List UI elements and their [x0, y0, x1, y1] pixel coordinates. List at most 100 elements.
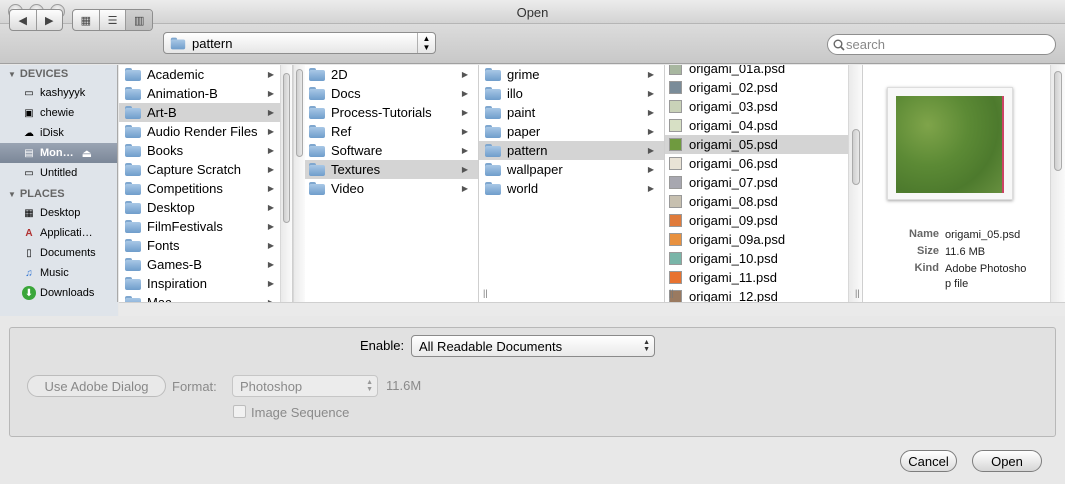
image-sequence-checkbox[interactable]: [233, 405, 246, 418]
folder-row[interactable]: Mac▶: [119, 293, 292, 302]
file-row[interactable]: origami_06.psd: [665, 154, 862, 173]
disclosure-arrow-icon: ▶: [461, 165, 468, 174]
sidebar-item[interactable]: A Applicati…: [0, 223, 117, 243]
file-row[interactable]: origami_08.psd: [665, 192, 862, 211]
sidebar-item[interactable]: ♫ Music: [0, 263, 117, 283]
folder-row[interactable]: paint ▶: [479, 103, 664, 122]
column-resize-handle[interactable]: ||: [855, 288, 860, 298]
sidebar-item[interactable]: ▯ Documents: [0, 243, 117, 263]
folder-row[interactable]: Inspiration ▶: [119, 274, 292, 293]
folder-icon: [485, 87, 501, 100]
column-1-scroll-thumb[interactable]: [283, 73, 290, 223]
file-name: origami_02.psd: [689, 80, 778, 95]
file-row[interactable]: origami_01a.psd: [665, 65, 862, 78]
sidebar-item[interactable]: ☁ iDisk: [0, 123, 117, 143]
file-row[interactable]: origami_10.psd: [665, 249, 862, 268]
preview-scroll-thumb[interactable]: [1054, 71, 1062, 171]
disclosure-arrow-icon: ▶: [267, 184, 274, 193]
folder-icon: [125, 201, 141, 214]
folder-row[interactable]: wallpaper ▶: [479, 160, 664, 179]
use-adobe-dialog-button[interactable]: Use Adobe Dialog: [27, 375, 166, 397]
folder-row[interactable]: paper ▶: [479, 122, 664, 141]
column-4-scrollbar[interactable]: [848, 65, 862, 302]
file-row[interactable]: origami_03.psd: [665, 97, 862, 116]
sidebar-item[interactable]: ▣ chewie: [0, 103, 117, 123]
popup-arrows-icon: ▲ ▼: [417, 33, 435, 53]
folder-row[interactable]: Software ▶: [293, 141, 478, 160]
folder-row[interactable]: FilmFestivals ▶: [119, 217, 292, 236]
folder-row[interactable]: 2D ▶: [293, 65, 478, 84]
folder-row[interactable]: Art-B ▶: [119, 103, 292, 122]
folder-row[interactable]: Fonts ▶: [119, 236, 292, 255]
folder-name: Capture Scratch: [147, 162, 241, 177]
file-row[interactable]: origami_02.psd: [665, 78, 862, 97]
open-button[interactable]: Open: [972, 450, 1042, 472]
folder-row[interactable]: Games-B ▶: [119, 255, 292, 274]
column-2-scroll-thumb[interactable]: [296, 69, 303, 157]
folder-row[interactable]: pattern ▶: [479, 141, 664, 160]
enable-popup[interactable]: All Readable Documents ▲ ▼: [411, 335, 655, 357]
column-2-scrollbar[interactable]: [293, 65, 305, 302]
folder-name: paint: [507, 105, 536, 120]
file-row[interactable]: origami_04.psd: [665, 116, 862, 135]
folder-icon: [485, 144, 501, 157]
icon-view-button[interactable]: ▦: [73, 10, 100, 30]
folder-icon: [170, 37, 186, 49]
popup-arrows-icon: ▲ ▼: [366, 379, 373, 393]
column-4-scroll-thumb[interactable]: [852, 129, 860, 185]
search-field[interactable]: search: [827, 34, 1056, 55]
column-1-scrollbar[interactable]: [280, 65, 292, 302]
folder-row[interactable]: world ▶: [479, 179, 664, 198]
sidebar-item[interactable]: ▦ Desktop: [0, 203, 117, 223]
disclosure-arrow-icon: ▶: [267, 241, 274, 250]
file-row[interactable]: origami_05.psd: [665, 135, 862, 154]
back-button[interactable]: ◀: [10, 10, 37, 30]
column-resize-handle[interactable]: ||: [483, 288, 488, 298]
list-view-button[interactable]: ☰: [100, 10, 127, 30]
folder-row[interactable]: Video ▶: [293, 179, 478, 198]
column-resize-handle[interactable]: ||: [669, 288, 674, 298]
eject-icon[interactable]: ⏏: [82, 147, 92, 160]
folder-row[interactable]: Docs ▶: [293, 84, 478, 103]
devices-header[interactable]: ▼ DEVICES: [0, 65, 117, 83]
file-row[interactable]: origami_12.psd: [665, 287, 862, 302]
horizontal-scrollbar[interactable]: [119, 302, 1065, 316]
disclosure-arrow-icon: ▶: [647, 165, 654, 174]
file-row[interactable]: origami_11.psd: [665, 268, 862, 287]
disclosure-arrow-icon: ▶: [461, 108, 468, 117]
folder-row[interactable]: Competitions ▶: [119, 179, 292, 198]
folder-row[interactable]: Desktop ▶: [119, 198, 292, 217]
sidebar-item[interactable]: ▤ Mon… ⏏: [0, 143, 117, 163]
folder-row[interactable]: Textures ▶: [293, 160, 478, 179]
folder-row[interactable]: Ref ▶: [293, 122, 478, 141]
file-row[interactable]: origami_07.psd: [665, 173, 862, 192]
sidebar-item[interactable]: ⬇ Downloads: [0, 283, 117, 303]
folder-row[interactable]: Books ▶: [119, 141, 292, 160]
cancel-button[interactable]: Cancel: [900, 450, 957, 472]
file-name: origami_11.psd: [689, 270, 777, 285]
folder-icon: [125, 144, 141, 157]
folder-icon: [125, 277, 141, 290]
folder-row[interactable]: Audio Render Files ▶: [119, 122, 292, 141]
file-row[interactable]: origami_09a.psd: [665, 230, 862, 249]
path-popup[interactable]: pattern ▲ ▼: [163, 32, 436, 54]
folder-row[interactable]: grime ▶: [479, 65, 664, 84]
preview-pane: Name origami_05.psd Size 11.6 MB Kind Adobe…: [863, 65, 1065, 302]
file-row[interactable]: origami_09.psd: [665, 211, 862, 230]
folder-row[interactable]: Capture Scratch ▶: [119, 160, 292, 179]
folder-row[interactable]: illo ▶: [479, 84, 664, 103]
folder-row[interactable]: Animation-B ▶: [119, 84, 292, 103]
sidebar-item[interactable]: ▭ Untitled: [0, 163, 117, 183]
folder-row[interactable]: Process-Tutorials ▶: [293, 103, 478, 122]
sidebar: ▼ DEVICES ▭ kashyyyk ▣ chewie ☁ iDisk ▤ Mon… ⏏ ▭ Un…: [0, 65, 118, 316]
preview-scrollbar[interactable]: [1050, 65, 1065, 302]
places-header[interactable]: ▼ PLACES: [0, 185, 117, 203]
disclosure-arrow-icon: ▶: [267, 279, 274, 288]
column-view-button[interactable]: ▥: [126, 10, 152, 30]
search-placeholder: search: [846, 37, 886, 52]
format-popup[interactable]: Photoshop ▲ ▼: [232, 375, 378, 397]
sidebar-item-label: Applicati…: [40, 227, 93, 239]
folder-row[interactable]: Academic ▶: [119, 65, 292, 84]
sidebar-item[interactable]: ▭ kashyyyk: [0, 83, 117, 103]
forward-button[interactable]: ▶: [37, 10, 63, 30]
